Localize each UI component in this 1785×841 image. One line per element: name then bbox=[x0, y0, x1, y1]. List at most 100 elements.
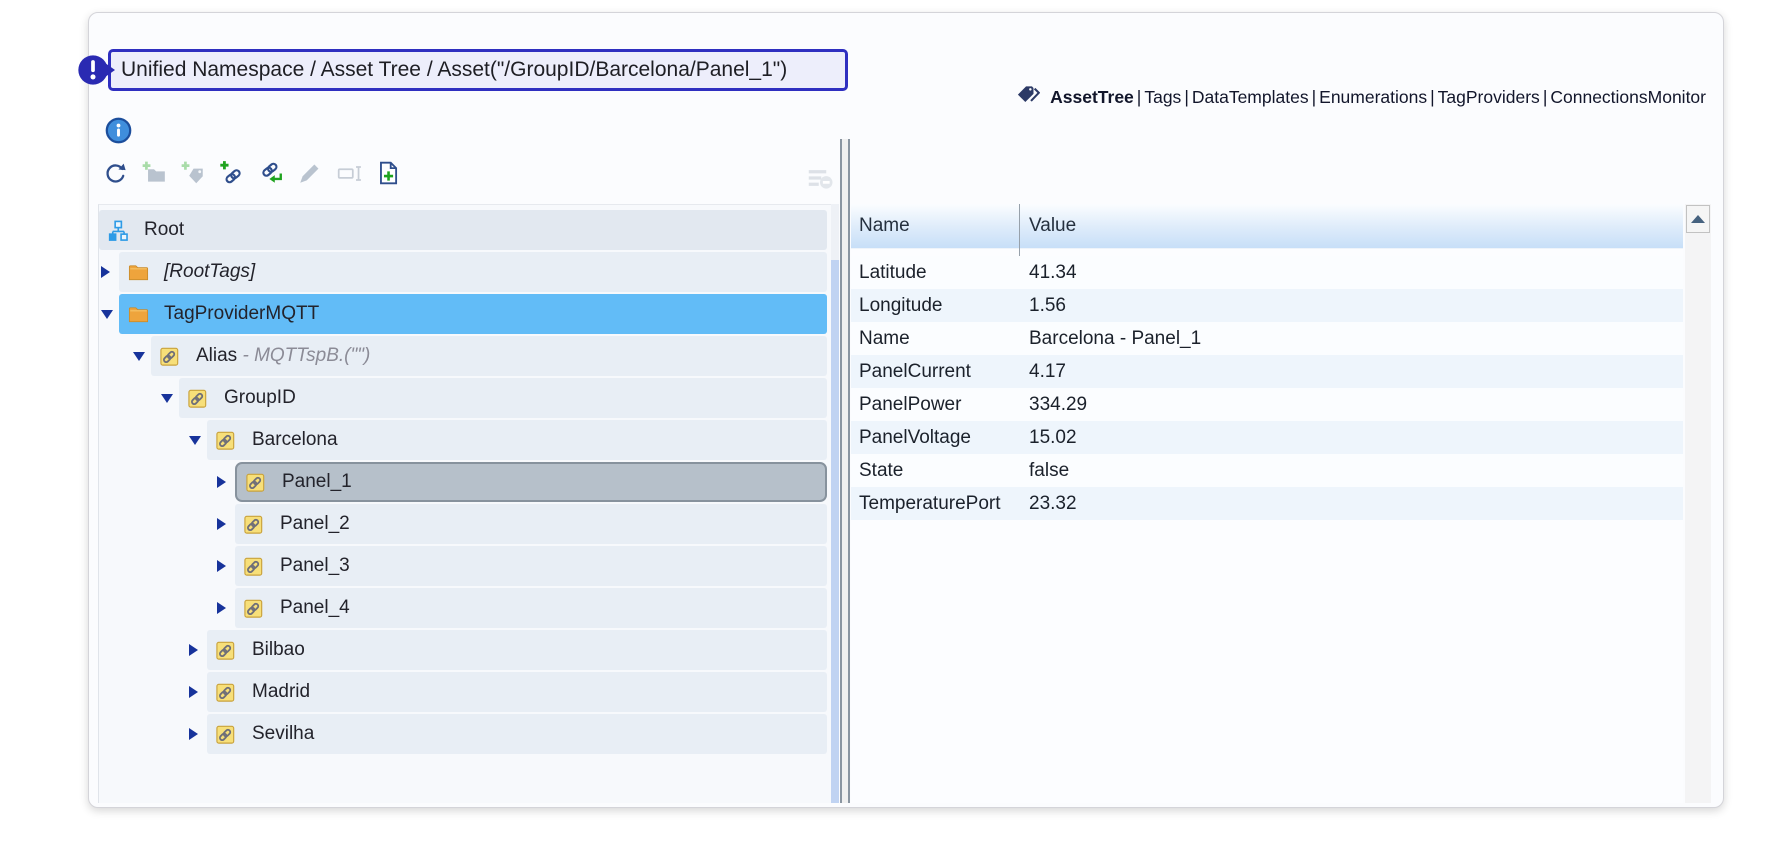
property-name: Name bbox=[851, 328, 1019, 350]
tree-scrollbar-thumb[interactable] bbox=[831, 260, 839, 803]
tree-node-label: Panel_1 bbox=[282, 471, 352, 493]
tree-row-barcelona: Barcelona bbox=[99, 420, 831, 460]
tree-row-panel_3: Panel_3 bbox=[99, 546, 831, 586]
property-name: PanelPower bbox=[851, 394, 1019, 416]
expand-arrow-icon[interactable] bbox=[217, 476, 226, 488]
breadcrumb-title-box[interactable]: Unified Namespace / Asset Tree / Asset("… bbox=[108, 49, 848, 91]
tab-tagproviders[interactable]: TagProviders bbox=[1438, 87, 1540, 108]
collapse-arrow-icon[interactable] bbox=[133, 352, 145, 361]
link-icon bbox=[243, 597, 266, 620]
link-icon bbox=[245, 471, 268, 494]
tree-node-label: Panel_2 bbox=[280, 513, 350, 535]
nav-items: AssetTree|Tags|DataTemplates|Enumeration… bbox=[1050, 87, 1706, 108]
filter-button[interactable] bbox=[805, 163, 835, 193]
unified-namespace-panel: Unified Namespace / Asset Tree / Asset("… bbox=[88, 12, 1724, 808]
tree-node[interactable]: Panel_4 bbox=[235, 588, 827, 628]
nav-separator: | bbox=[1134, 87, 1145, 108]
expand-arrow-icon[interactable] bbox=[217, 602, 226, 614]
table-row-name[interactable]: NameBarcelona - Panel_1 bbox=[851, 322, 1683, 355]
expand-arrow-icon[interactable] bbox=[101, 266, 110, 278]
scroll-up-button[interactable] bbox=[1686, 205, 1710, 233]
collapse-arrow-icon[interactable] bbox=[101, 310, 113, 319]
tab-connectionsmonitor[interactable]: ConnectionsMonitor bbox=[1550, 87, 1706, 108]
expand-arrow-icon[interactable] bbox=[217, 560, 226, 572]
tab-enumerations[interactable]: Enumerations bbox=[1319, 87, 1427, 108]
folder-icon bbox=[127, 261, 150, 284]
tree-node[interactable]: Bilbao bbox=[207, 630, 827, 670]
hierarchy-icon bbox=[107, 219, 130, 242]
table-header: Name Value bbox=[851, 204, 1683, 249]
expand-arrow-icon[interactable] bbox=[189, 686, 198, 698]
tree-node[interactable]: TagProviderMQTT bbox=[119, 294, 827, 334]
tree-node[interactable]: Madrid bbox=[207, 672, 827, 712]
module-nav: AssetTree|Tags|DataTemplates|Enumeration… bbox=[1015, 85, 1706, 109]
tree-node-label: Panel_4 bbox=[280, 597, 350, 619]
add-link-button[interactable] bbox=[218, 159, 246, 187]
tree-node[interactable]: GroupID bbox=[179, 378, 827, 418]
nav-separator: | bbox=[1540, 87, 1551, 108]
collapse-arrow-icon[interactable] bbox=[161, 394, 173, 403]
link-icon bbox=[215, 723, 238, 746]
insert-link-button[interactable] bbox=[257, 159, 285, 187]
tree-scrollbar[interactable] bbox=[831, 204, 839, 803]
tree-node[interactable]: Alias - MQTTspB.("") bbox=[151, 336, 827, 376]
add-link-icon bbox=[219, 160, 245, 186]
tree-node[interactable]: Panel_2 bbox=[235, 504, 827, 544]
nav-separator: | bbox=[1427, 87, 1438, 108]
rename-button[interactable] bbox=[335, 159, 363, 187]
properties-table: Name Value Latitude41.34Longitude1.56Nam… bbox=[851, 204, 1683, 803]
tab-assettree[interactable]: AssetTree bbox=[1050, 87, 1134, 108]
link-icon bbox=[243, 513, 266, 536]
tree-node[interactable]: [RootTags] bbox=[119, 252, 827, 292]
link-icon bbox=[215, 429, 238, 452]
collapse-arrow-icon[interactable] bbox=[189, 436, 201, 445]
column-header-name[interactable]: Name bbox=[851, 215, 1019, 237]
add-folder-button[interactable] bbox=[140, 159, 168, 187]
table-row-temperatureport[interactable]: TemperaturePort23.32 bbox=[851, 487, 1683, 520]
tree-node[interactable]: Sevilha bbox=[207, 714, 827, 754]
info-icon[interactable] bbox=[105, 117, 132, 149]
info-icon bbox=[105, 117, 132, 144]
column-header-value[interactable]: Value bbox=[1019, 215, 1076, 237]
tree-row-panel_1: Panel_1 bbox=[99, 462, 831, 502]
table-row-panelpower[interactable]: PanelPower334.29 bbox=[851, 388, 1683, 421]
link-icon bbox=[187, 387, 210, 410]
tree-node[interactable]: Panel_3 bbox=[235, 546, 827, 586]
edit-button[interactable] bbox=[296, 159, 324, 187]
new-document-icon bbox=[375, 160, 401, 186]
table-scrollbar[interactable] bbox=[1685, 204, 1711, 803]
add-tag-button[interactable] bbox=[179, 159, 207, 187]
panel-splitter[interactable] bbox=[840, 139, 850, 803]
expand-arrow-icon[interactable] bbox=[189, 728, 198, 740]
tree-node-label: Sevilha bbox=[252, 723, 314, 745]
add-tag-icon bbox=[180, 160, 206, 186]
tree-node-label: Bilbao bbox=[252, 639, 305, 661]
tab-datatemplates[interactable]: DataTemplates bbox=[1192, 87, 1309, 108]
tree-node[interactable]: Root bbox=[99, 210, 827, 250]
nav-separator: | bbox=[1309, 87, 1320, 108]
property-value: 23.32 bbox=[1019, 493, 1077, 515]
warning-icon bbox=[77, 54, 117, 86]
new-document-button[interactable] bbox=[374, 159, 402, 187]
property-name: PanelCurrent bbox=[851, 361, 1019, 383]
property-name: State bbox=[851, 460, 1019, 482]
tree-node[interactable]: Panel_1 bbox=[235, 462, 827, 502]
table-row-panelcurrent[interactable]: PanelCurrent4.17 bbox=[851, 355, 1683, 388]
tree-toolbar bbox=[101, 159, 402, 187]
expand-arrow-icon[interactable] bbox=[217, 518, 226, 530]
property-value: 15.02 bbox=[1019, 427, 1077, 449]
refresh-button[interactable] bbox=[101, 159, 129, 187]
table-row-latitude[interactable]: Latitude41.34 bbox=[851, 256, 1683, 289]
table-row-state[interactable]: Statefalse bbox=[851, 454, 1683, 487]
tree-node[interactable]: Barcelona bbox=[207, 420, 827, 460]
tab-tags[interactable]: Tags bbox=[1144, 87, 1181, 108]
expand-arrow-icon[interactable] bbox=[189, 644, 198, 656]
tree-row-bilbao: Bilbao bbox=[99, 630, 831, 670]
table-row-panelvoltage[interactable]: PanelVoltage15.02 bbox=[851, 421, 1683, 454]
tree-row-alias: Alias - MQTTspB.("") bbox=[99, 336, 831, 376]
tree-row-panel_4: Panel_4 bbox=[99, 588, 831, 628]
tree-node-label: TagProviderMQTT bbox=[164, 303, 319, 325]
table-row-longitude[interactable]: Longitude1.56 bbox=[851, 289, 1683, 322]
refresh-icon bbox=[102, 160, 128, 186]
property-name: PanelVoltage bbox=[851, 427, 1019, 449]
